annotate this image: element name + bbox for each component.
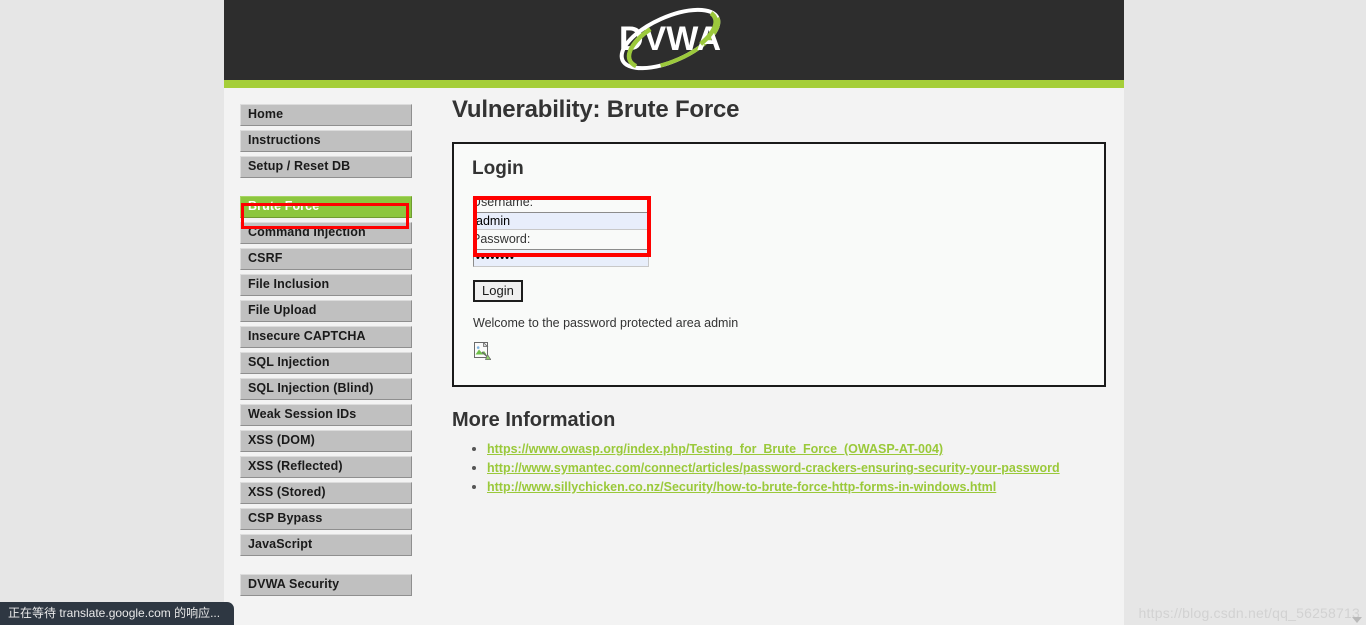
more-information-heading: More Information (452, 409, 616, 431)
login-submit-button[interactable]: Login (473, 280, 523, 302)
sidebar-item-xss-reflected[interactable]: XSS (Reflected) (240, 456, 412, 478)
brute-force-login-form: Username: Password: Login (472, 193, 1086, 302)
main-navigation: Home Instructions Setup / Reset DB Brute… (240, 104, 412, 600)
dvwa-page: DVWA Home Instructions Setup / Reset DB … (224, 0, 1124, 625)
sidebar-item-setup-reset-db[interactable]: Setup / Reset DB (240, 156, 412, 178)
list-item: https://www.owasp.org/index.php/Testing_… (487, 440, 1106, 458)
dvwa-logo: DVWA (600, 6, 740, 72)
sidebar-item-instructions[interactable]: Instructions (240, 130, 412, 152)
sidebar-group-divider (240, 560, 412, 574)
username-label: Username: (472, 195, 534, 209)
vulnerability-panel: Login Username: Password: Login Welcome … (452, 142, 1106, 387)
main-content: Vulnerability: Brute Force Login Usernam… (452, 96, 1106, 497)
sidebar-item-javascript[interactable]: JavaScript (240, 534, 412, 556)
sidebar-item-home[interactable]: Home (240, 104, 412, 126)
list-item: http://www.symantec.com/connect/articles… (487, 459, 1106, 477)
reference-link-owasp[interactable]: https://www.owasp.org/index.php/Testing_… (487, 442, 943, 456)
list-item: http://www.sillychicken.co.nz/Security/h… (487, 478, 1106, 496)
login-welcome-message: Welcome to the password protected area a… (473, 316, 739, 330)
browser-status-bar: 正在等待 translate.google.com 的响应... (0, 602, 235, 625)
watermark-caret-icon (1352, 617, 1362, 623)
watermark-text: https://blog.csdn.net/qq_56258713 (1138, 605, 1360, 621)
sidebar-item-xss-dom[interactable]: XSS (DOM) (240, 430, 412, 452)
sidebar-item-insecure-captcha[interactable]: Insecure CAPTCHA (240, 326, 412, 348)
password-label: Password: (472, 232, 531, 246)
sidebar-item-dvwa-security[interactable]: DVWA Security (240, 574, 412, 596)
sidebar-item-file-inclusion[interactable]: File Inclusion (240, 274, 412, 296)
reference-link-sillychicken[interactable]: http://www.sillychicken.co.nz/Security/h… (487, 480, 996, 494)
sidebar-item-command-injection[interactable]: Command Injection (240, 222, 412, 244)
sidebar-item-sql-injection[interactable]: SQL Injection (240, 352, 412, 374)
login-heading: Login (472, 158, 524, 179)
dvwa-logo-svg: DVWA (619, 7, 721, 71)
sidebar-item-csp-bypass[interactable]: CSP Bypass (240, 508, 412, 530)
sidebar-item-xss-stored[interactable]: XSS (Stored) (240, 482, 412, 504)
broken-image-icon (474, 341, 492, 361)
more-information-list: https://www.owasp.org/index.php/Testing_… (452, 440, 1106, 496)
sidebar-group-divider (240, 182, 412, 196)
header-accent-bar (224, 80, 1124, 88)
password-input[interactable] (473, 249, 649, 267)
sidebar-item-csrf[interactable]: CSRF (240, 248, 412, 270)
sidebar-item-weak-session-ids[interactable]: Weak Session IDs (240, 404, 412, 426)
browser-viewport: DVWA Home Instructions Setup / Reset DB … (0, 0, 1366, 625)
page-title: Vulnerability: Brute Force (452, 96, 740, 123)
sidebar-item-file-upload[interactable]: File Upload (240, 300, 412, 322)
username-input[interactable] (473, 212, 649, 230)
reference-link-symantec[interactable]: http://www.symantec.com/connect/articles… (487, 461, 1060, 475)
sidebar-item-sql-injection-blind[interactable]: SQL Injection (Blind) (240, 378, 412, 400)
sidebar-item-brute-force[interactable]: Brute Force (240, 196, 412, 218)
site-header: DVWA (224, 0, 1124, 80)
